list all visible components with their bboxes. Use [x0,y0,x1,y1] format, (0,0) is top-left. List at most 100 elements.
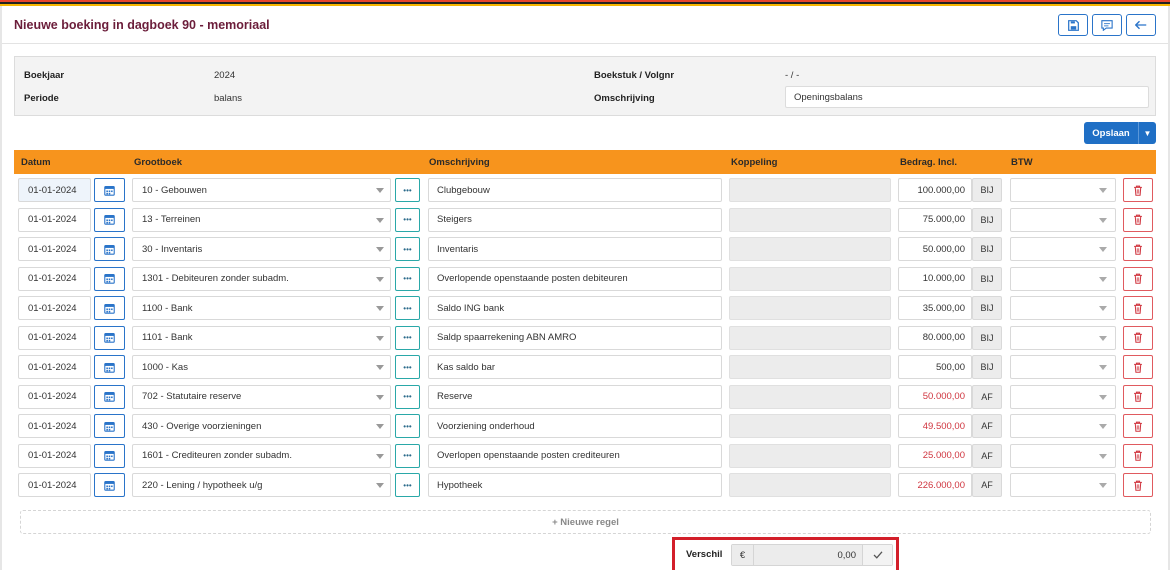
new-row-button[interactable]: + Nieuwe regel [20,510,1151,534]
bedrag-input[interactable]: 100.000,00 [898,178,972,202]
grootboek-select[interactable]: 1100 - Bank [132,296,391,320]
datum-input[interactable]: 01-01-2024 [18,355,91,379]
delete-row-button[interactable] [1123,207,1153,232]
calendar-button[interactable] [94,296,125,320]
datum-input[interactable]: 01-01-2024 [18,266,91,291]
bedrag-input[interactable]: 25.000,00 [898,443,972,468]
btw-select[interactable] [1010,443,1116,468]
grootboek-lookup-button[interactable]: ••• [395,207,420,232]
grootboek-lookup-button[interactable]: ••• [395,443,420,468]
delete-row-button[interactable] [1123,414,1153,438]
grootboek-lookup-button[interactable]: ••• [395,355,420,379]
omschrijving-input[interactable]: Steigers [428,207,722,232]
grootboek-select[interactable]: 1101 - Bank [132,325,391,350]
calendar-button[interactable] [94,473,125,497]
datum-input[interactable]: 01-01-2024 [18,178,91,202]
delete-row-button[interactable] [1123,266,1153,291]
comment-button[interactable] [1092,14,1122,36]
bedrag-input[interactable]: 35.000,00 [898,296,972,320]
bij-af-toggle[interactable]: BIJ [972,296,1002,320]
delete-row-button[interactable] [1123,296,1153,320]
bij-af-toggle[interactable]: BIJ [972,237,1002,261]
calendar-button[interactable] [94,384,125,409]
bedrag-input[interactable]: 75.000,00 [898,207,972,232]
delete-row-button[interactable] [1123,473,1153,497]
datum-input[interactable]: 01-01-2024 [18,473,91,497]
btw-select[interactable] [1010,473,1116,497]
datum-input[interactable]: 01-01-2024 [18,325,91,350]
grootboek-lookup-button[interactable]: ••• [395,384,420,409]
btw-select[interactable] [1010,296,1116,320]
grootboek-select[interactable]: 30 - Inventaris [132,237,391,261]
grootboek-select[interactable]: 1301 - Debiteuren zonder subadm. [132,266,391,291]
delete-row-button[interactable] [1123,443,1153,468]
bij-af-toggle[interactable]: AF [972,473,1002,497]
calendar-button[interactable] [94,207,125,232]
opslaan-dropdown-toggle[interactable]: ▼ [1139,122,1156,144]
datum-input[interactable]: 01-01-2024 [18,414,91,438]
grootboek-lookup-button[interactable]: ••• [395,325,420,350]
omschrijving-input[interactable]: Saldp spaarrekening ABN AMRO [428,325,722,350]
calendar-button[interactable] [94,237,125,261]
omschrijving-input[interactable]: Saldo ING bank [428,296,722,320]
grootboek-select[interactable]: 702 - Statutaire reserve [132,384,391,409]
delete-row-button[interactable] [1123,384,1153,409]
omschrijving-input[interactable]: Hypotheek [428,473,722,497]
datum-input[interactable]: 01-01-2024 [18,384,91,409]
grootboek-select[interactable]: 220 - Lening / hypotheek u/g [132,473,391,497]
delete-row-button[interactable] [1123,237,1153,261]
bij-af-toggle[interactable]: BIJ [972,355,1002,379]
delete-row-button[interactable] [1123,325,1153,350]
datum-input[interactable]: 01-01-2024 [18,443,91,468]
delete-row-button[interactable] [1123,355,1153,379]
btw-select[interactable] [1010,266,1116,291]
bij-af-toggle[interactable]: BIJ [972,325,1002,350]
grootboek-select[interactable]: 10 - Gebouwen [132,178,391,202]
calendar-button[interactable] [94,355,125,379]
omschrijving-input[interactable]: Clubgebouw [428,178,722,202]
calendar-button[interactable] [94,443,125,468]
bedrag-input[interactable]: 500,00 [898,355,972,379]
calendar-button[interactable] [94,414,125,438]
omschrijving-input[interactable]: Overlopende openstaande posten debiteure… [428,266,722,291]
omschrijving-input[interactable]: Voorziening onderhoud [428,414,722,438]
btw-select[interactable] [1010,207,1116,232]
bedrag-input[interactable]: 10.000,00 [898,266,972,291]
btw-select[interactable] [1010,237,1116,261]
btw-select[interactable] [1010,414,1116,438]
save-icon-button[interactable] [1058,14,1088,36]
grootboek-lookup-button[interactable]: ••• [395,237,420,261]
grootboek-lookup-button[interactable]: ••• [395,414,420,438]
opslaan-button[interactable]: Opslaan [1084,122,1139,144]
bedrag-input[interactable]: 226.000,00 [898,473,972,497]
bedrag-input[interactable]: 50.000,00 [898,384,972,409]
btw-select[interactable] [1010,178,1116,202]
grootboek-select[interactable]: 1000 - Kas [132,355,391,379]
datum-input[interactable]: 01-01-2024 [18,296,91,320]
bij-af-toggle[interactable]: BIJ [972,178,1002,202]
grootboek-lookup-button[interactable]: ••• [395,296,420,320]
calendar-button[interactable] [94,325,125,350]
calendar-button[interactable] [94,266,125,291]
bij-af-toggle[interactable]: AF [972,443,1002,468]
datum-input[interactable]: 01-01-2024 [18,207,91,232]
grootboek-select[interactable]: 430 - Overige voorzieningen [132,414,391,438]
bij-af-toggle[interactable]: AF [972,414,1002,438]
back-button[interactable] [1126,14,1156,36]
bedrag-input[interactable]: 80.000,00 [898,325,972,350]
omschrijving-input[interactable]: Kas saldo bar [428,355,722,379]
omschrijving-input[interactable]: Reserve [428,384,722,409]
bij-af-toggle[interactable]: BIJ [972,207,1002,232]
grootboek-select[interactable]: 1601 - Crediteuren zonder subadm. [132,443,391,468]
btw-select[interactable] [1010,355,1116,379]
grootboek-lookup-button[interactable]: ••• [395,266,420,291]
btw-select[interactable] [1010,325,1116,350]
grootboek-lookup-button[interactable]: ••• [395,473,420,497]
grootboek-select[interactable]: 13 - Terreinen [132,207,391,232]
datum-input[interactable]: 01-01-2024 [18,237,91,261]
grootboek-lookup-button[interactable]: ••• [395,178,420,202]
bedrag-input[interactable]: 50.000,00 [898,237,972,261]
omschrijving-input[interactable]: Overlopen openstaande posten crediteuren [428,443,722,468]
bedrag-input[interactable]: 49.500,00 [898,414,972,438]
delete-row-button[interactable] [1123,178,1153,202]
